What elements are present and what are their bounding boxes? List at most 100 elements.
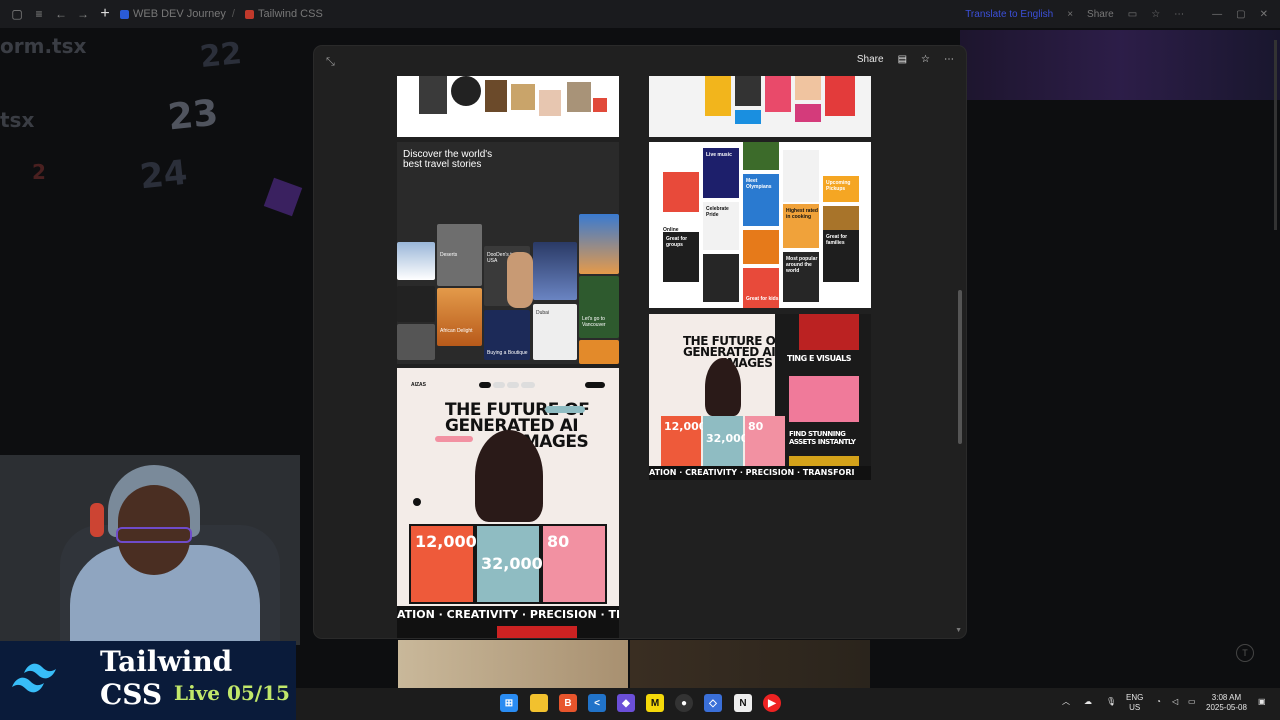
scroll-down-icon[interactable]: ▼ [955,627,962,634]
tray-chevron-icon[interactable]: ︿ [1062,697,1070,707]
right-headline: TING E VISUALS [787,354,851,363]
vscode-icon[interactable]: < [588,694,606,712]
breadcrumb-item[interactable]: Tailwind CSS [244,8,323,20]
bg-decoration [263,177,303,217]
notion-icon[interactable]: N [734,694,752,712]
thumbnail [825,76,855,116]
stream-subtitle: Live 05/15 [174,681,290,705]
stat-card: 80 [745,416,785,466]
thumbnail-label: Online Experiences [663,227,692,251]
expand-icon[interactable]: ⤡ [326,56,335,69]
ai-images-tile-small[interactable]: THE FUTURE OF GENERATED AI IMAGES TING E… [649,314,871,480]
thumbnail: Highest rated in cooking [783,204,819,248]
glasses-shape [116,527,192,543]
file-explorer-icon[interactable] [530,694,548,712]
experiences-tile[interactable]: Online Experiences Great for groups Live… [649,142,871,308]
cta-pill[interactable] [585,382,605,388]
back-icon[interactable]: ← [50,3,72,25]
viewer-scrollbar[interactable] [958,290,962,444]
share-button[interactable]: Share [1087,9,1114,20]
stat-card: 12,000 [661,416,706,466]
gallery-tile[interactable] [649,76,871,137]
notification-icon[interactable]: ▣ [1258,697,1266,707]
mic-icon[interactable]: 🎙 [1106,697,1116,707]
nav-pill[interactable] [493,382,505,388]
viewer-header: Share ▤ ☆ ⋯ [857,54,954,65]
brave-browser-icon[interactable]: B [559,694,577,712]
more-icon[interactable]: ⋯ [1174,9,1184,20]
forward-icon[interactable]: → [72,3,94,25]
translate-button[interactable]: Translate to English [965,9,1053,20]
travel-stories-tile[interactable]: Discover the world's best travel stories… [397,142,619,364]
artwork-image [630,640,870,688]
thumbnail [705,76,731,116]
app-icon[interactable]: ◇ [704,694,722,712]
ai-images-tile-large[interactable]: AIZAS THE FUTURE OF GENERATED AI IMAGES … [397,368,619,638]
volume-icon[interactable]: ◁ [1172,697,1178,707]
bg-file-name: orm.tsx [0,34,87,58]
stream-banner: Tailwind CSS Live 05/15 [0,641,296,720]
gallery-tile[interactable] [397,76,619,137]
onedrive-icon[interactable]: ☁ [1084,697,1092,707]
thumbnail [419,76,447,114]
favorite-icon[interactable]: ☆ [921,54,930,65]
clock[interactable]: 3:08 AM 2025-05-08 [1206,693,1247,713]
travel-card-label: Let's go to Vancouver [582,316,606,328]
travel-card: Dubai [533,304,577,360]
add-icon[interactable]: + [94,3,116,25]
window-close-icon[interactable]: ✕ [1260,9,1268,20]
thumbnail [783,150,819,202]
right-edge-scrollbar[interactable] [1272,40,1280,230]
battery-icon[interactable]: ▭ [1188,697,1196,707]
dog-image [789,376,859,422]
thumbnail: Live music [703,148,739,198]
viewer-share-button[interactable]: Share [857,54,884,65]
thumbnail [765,76,791,112]
headphone-shape [90,503,104,537]
thumbnail: Meet Olympians [743,174,779,226]
comment-icon[interactable]: ▭ [1128,9,1137,20]
workspaces-icon[interactable]: ▢ [6,3,28,25]
bg-file-name-2: tsx [0,108,35,132]
breadcrumb-item[interactable]: WEB DEV Journey [120,8,226,20]
play-icon[interactable] [413,498,421,506]
page-icon [244,9,254,19]
miro-icon[interactable]: M [646,694,664,712]
breadcrumb-label: Tailwind CSS [257,8,323,20]
star-icon[interactable]: ☆ [1151,9,1160,20]
wifi-icon[interactable]: ◔ [1156,697,1161,707]
travel-card [533,242,577,300]
travel-card [579,340,619,364]
thumbnail: Most popular around the world [783,252,819,302]
close-icon[interactable]: × [1067,9,1073,20]
comment-icon[interactable]: ▤ [898,54,907,65]
menu-icon[interactable]: ≡ [28,3,50,25]
marquee-ribbon: ATION · CREATIVITY · PRECISION · TRANSFO… [649,466,871,480]
stat-card: 80 [543,526,605,602]
nav-pill[interactable] [507,382,519,388]
right-subheadline: FIND STUNNING ASSETS INSTANTLY [789,430,856,446]
nav-pill[interactable] [521,382,535,388]
travel-card [579,214,619,274]
assistant-icon[interactable]: T [1236,644,1254,662]
maximize-icon[interactable]: ▢ [1236,9,1245,20]
travel-card: Deserts [437,224,482,286]
more-options-icon[interactable]: ⋯ [944,54,954,65]
desktop-screen: orm.tsx tsx 22 23 24 2 ▢ ≡ ← → + WEB DEV… [0,0,1280,720]
travel-title: Discover the world's best travel stories [403,149,493,170]
image-viewer: ⤡ Share ▤ ☆ ⋯ ▼ Discover the world's bes… [314,46,966,638]
language-indicator[interactable]: ENG US [1126,693,1143,713]
obsidian-icon[interactable]: ◆ [617,694,635,712]
globe-icon [120,9,129,19]
bg-number: 23 [165,92,221,139]
travel-card: African Delight [437,288,482,346]
thumbnail [743,230,779,264]
start-icon[interactable]: ⊞ [500,694,518,712]
nav-pill[interactable] [479,382,491,388]
minimize-icon[interactable]: — [1212,9,1222,20]
obs-icon[interactable]: ● [675,694,693,712]
thumbnail [735,76,761,106]
travel-card [397,286,435,322]
youtube-icon[interactable]: ▶ [763,694,781,712]
thumbnail [497,626,577,638]
